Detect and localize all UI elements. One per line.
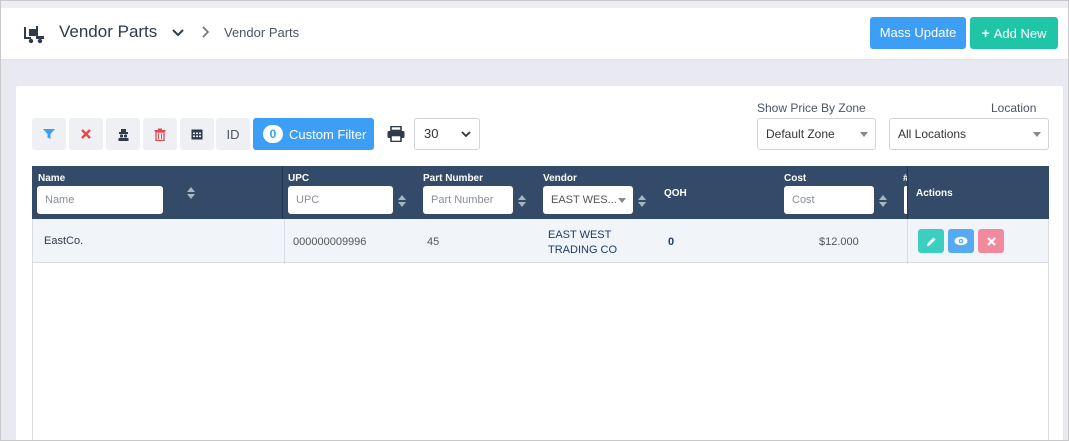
caret-down-icon xyxy=(1033,132,1041,137)
location-label: Location xyxy=(991,101,1037,115)
private-filter-button[interactable] xyxy=(106,118,140,150)
caret-down-icon xyxy=(618,198,626,203)
page-header: Vendor Parts Vendor Parts Mass Update + A… xyxy=(1,8,1068,60)
upc-filter-input[interactable]: UPC xyxy=(288,186,393,214)
spy-icon xyxy=(118,128,128,141)
filter-icon xyxy=(43,129,55,139)
location-select[interactable]: All Locations xyxy=(889,118,1049,150)
column-divider xyxy=(907,219,908,264)
column-qoh-label: QOH xyxy=(664,188,687,199)
print-icon[interactable] xyxy=(387,126,405,142)
id-button[interactable]: ID xyxy=(216,118,250,150)
part-number-filter-input[interactable]: Part Number xyxy=(423,186,513,214)
cost-filter-input[interactable]: Cost xyxy=(784,186,874,214)
view-button[interactable] xyxy=(948,229,974,253)
cell-part-number: 45 xyxy=(427,236,440,248)
chevron-down-icon xyxy=(461,131,471,138)
column-actions-label: Actions xyxy=(916,188,953,199)
vendor-filter-value: EAST WES... xyxy=(551,194,617,206)
location-value: All Locations xyxy=(898,127,967,141)
column-cost-label: Cost xyxy=(784,173,807,184)
table-row[interactable] xyxy=(33,219,1048,263)
price-zone-value: Default Zone xyxy=(766,127,835,141)
column-upc-label: UPC xyxy=(288,173,310,184)
vendor-line: EAST WEST xyxy=(548,229,612,241)
column-vendor-label: Vendor xyxy=(543,173,577,184)
sort-icon[interactable] xyxy=(879,195,887,207)
grid-header xyxy=(32,166,1049,219)
custom-filter-button[interactable]: 0 Custom Filter xyxy=(253,118,374,150)
clear-filter-button[interactable] xyxy=(69,118,103,150)
breadcrumb[interactable]: Vendor Parts xyxy=(224,25,299,40)
vendor-filter-select[interactable]: EAST WES... xyxy=(543,186,633,214)
price-zone-label: Show Price By Zone xyxy=(757,101,866,115)
sort-icon[interactable] xyxy=(398,195,406,207)
calendar-icon xyxy=(191,129,203,140)
vendor-line: TRADING CO xyxy=(548,244,618,256)
delete-button[interactable] xyxy=(978,229,1004,253)
close-icon xyxy=(986,236,996,246)
column-divider xyxy=(282,166,283,219)
cell-cost: $12.000 xyxy=(819,236,859,248)
chevron-down-icon[interactable] xyxy=(171,28,185,38)
column-divider xyxy=(284,219,285,264)
add-new-label: Add New xyxy=(993,26,1047,41)
page-size-select[interactable]: 30 xyxy=(414,118,480,150)
edit-button[interactable] xyxy=(918,229,944,253)
sort-icon[interactable] xyxy=(518,195,526,207)
pencil-icon xyxy=(926,237,935,246)
name-filter-input[interactable]: Name xyxy=(37,186,163,214)
page-title: Vendor Parts xyxy=(59,22,158,41)
cell-qoh[interactable]: 0 xyxy=(668,236,674,248)
date-filter-button[interactable] xyxy=(180,118,214,150)
mass-update-button[interactable]: Mass Update xyxy=(870,17,966,49)
chevron-right-icon xyxy=(202,26,210,38)
column-name-label: Name xyxy=(38,173,66,184)
custom-filter-count: 0 xyxy=(263,125,283,143)
cell-upc: 000000009996 xyxy=(293,236,367,248)
plus-icon: + xyxy=(981,25,990,41)
cell-name[interactable]: EastCo. xyxy=(44,235,83,247)
delete-filter-button[interactable] xyxy=(143,118,177,150)
caret-down-icon xyxy=(860,132,868,137)
sort-icon[interactable] xyxy=(638,195,646,207)
filter-button[interactable] xyxy=(32,118,66,150)
sort-icon[interactable] xyxy=(187,187,195,199)
trash-icon xyxy=(154,128,166,141)
add-new-button[interactable]: + Add New xyxy=(970,17,1058,49)
page-size-value: 30 xyxy=(424,126,439,141)
clear-filter-icon xyxy=(81,129,91,139)
cell-vendor[interactable]: EAST WEST TRADING CO xyxy=(548,228,617,258)
price-zone-select[interactable]: Default Zone xyxy=(757,118,876,150)
top-strip xyxy=(0,0,1069,8)
eye-icon xyxy=(954,236,968,246)
forklift-icon xyxy=(24,26,44,44)
custom-filter-label: Custom Filter xyxy=(289,126,367,142)
column-part-number-label: Part Number xyxy=(423,173,484,184)
